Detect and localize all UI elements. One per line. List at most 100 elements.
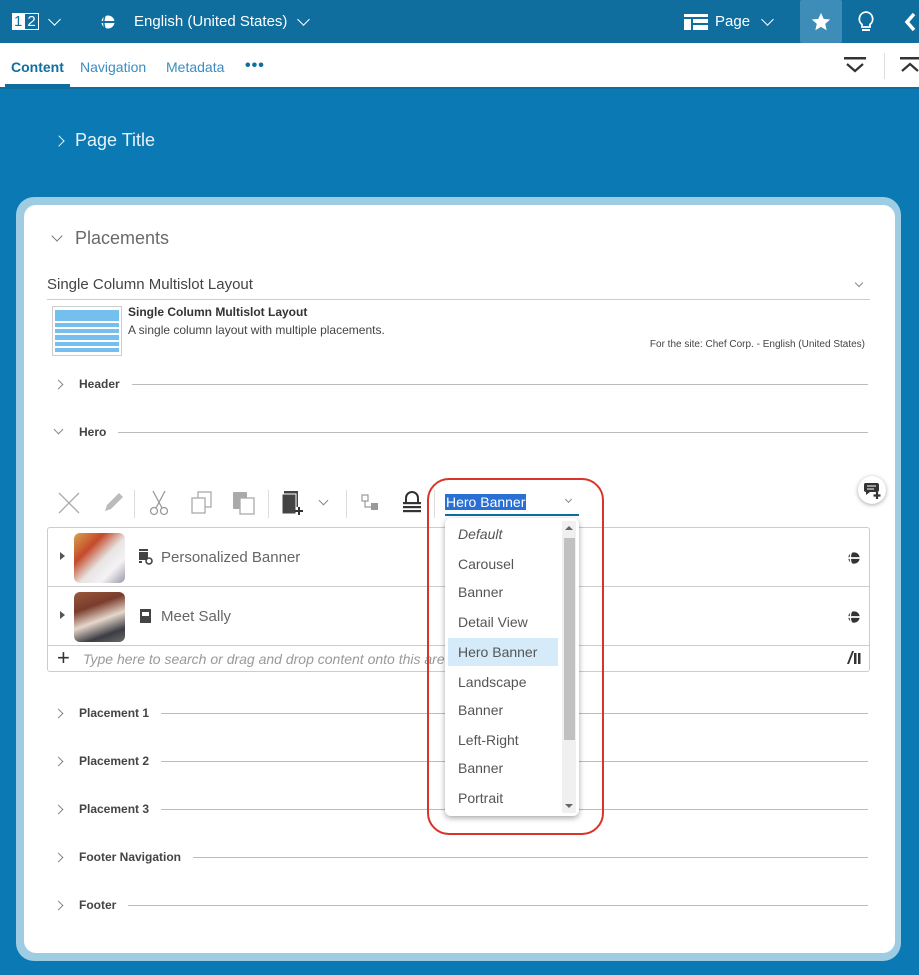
lock-icon: [403, 491, 421, 513]
tab-content[interactable]: Content: [11, 59, 64, 75]
divider: [434, 490, 435, 518]
chevron-down-icon: [53, 424, 64, 435]
view-type-select[interactable]: Hero Banner: [445, 493, 579, 516]
library-button[interactable]: [847, 651, 861, 669]
layout-select[interactable]: Single Column Multislot Layout: [47, 276, 870, 300]
remove-button[interactable]: [55, 488, 83, 518]
cut-icon: [149, 490, 169, 516]
add-icon[interactable]: +: [57, 647, 70, 669]
thumbnail-image: [74, 592, 125, 642]
expand-triangle-icon[interactable]: [60, 552, 65, 560]
section-footer-navigation[interactable]: Footer Navigation: [53, 849, 868, 865]
layout-thumbnail: [52, 306, 122, 356]
collapse-all-button[interactable]: [844, 56, 866, 76]
create-content-dropdown-button[interactable]: [309, 488, 337, 518]
copy-icon: [191, 491, 212, 514]
lightbulb-icon: [858, 10, 874, 31]
dropdown-scrollbar[interactable]: [562, 521, 576, 813]
chevron-down-icon: [318, 495, 328, 506]
cut-button[interactable]: [145, 488, 173, 518]
chevron-right-icon: [53, 379, 64, 389]
chevron-down-icon: [564, 495, 573, 504]
placements-section-header[interactable]: Placements: [51, 228, 170, 249]
section-header[interactable]: Header: [53, 376, 868, 392]
dropdown-option[interactable]: Default: [448, 520, 558, 548]
hierarchy-icon: [361, 494, 378, 510]
version-dropdown-button[interactable]: [48, 0, 61, 43]
favorite-button[interactable]: [800, 0, 842, 43]
divider: [118, 431, 868, 433]
remove-icon: [58, 492, 80, 514]
divider: [346, 490, 347, 518]
dropdown-option[interactable]: Landscape: [448, 668, 558, 696]
dropdown-option[interactable]: Portrait: [448, 784, 558, 812]
dropdown-option[interactable]: Banner: [448, 754, 558, 782]
layout-name: Single Column Multislot Layout: [128, 305, 308, 319]
version-compare-icon: 12: [12, 13, 39, 30]
dropdown-option[interactable]: Carousel: [448, 550, 558, 578]
library-icon: [847, 651, 861, 664]
add-comment-icon: [863, 483, 881, 499]
expand-all-button[interactable]: [900, 56, 919, 76]
globe-icon: [847, 551, 861, 570]
chevron-down-icon: [761, 12, 774, 26]
content-search-input[interactable]: [83, 649, 453, 669]
divider: [134, 490, 135, 518]
page-layout-icon: [684, 0, 708, 43]
hierarchy-button[interactable]: [356, 488, 384, 518]
section-footer[interactable]: Footer: [53, 897, 868, 913]
active-tab-indicator: [5, 84, 70, 88]
article-icon: [140, 609, 151, 623]
star-icon: [811, 12, 831, 30]
divider: [193, 856, 868, 858]
chevron-right-icon: [53, 708, 64, 718]
view-mode-dropdown-button[interactable]: [761, 0, 774, 43]
chevron-down-icon: [48, 12, 61, 26]
divider: [131, 383, 868, 385]
chevron-right-icon: [53, 900, 64, 910]
section-hero[interactable]: Hero: [53, 424, 868, 440]
divider: [268, 490, 269, 518]
chevron-down-icon: [854, 278, 864, 288]
chevron-right-icon: [53, 804, 64, 814]
chevron-left-icon: [904, 12, 915, 31]
expand-triangle-icon[interactable]: [60, 611, 65, 619]
collapse-all-icon: [844, 57, 866, 73]
scroll-up-icon[interactable]: [565, 526, 573, 530]
edit-button[interactable]: [99, 488, 127, 518]
chevron-down-icon: [51, 230, 63, 242]
more-tabs-button[interactable]: •••: [245, 57, 265, 75]
chevron-right-icon: [53, 756, 64, 766]
scroll-down-icon[interactable]: [565, 804, 573, 808]
idea-button[interactable]: [852, 0, 880, 43]
copy-button[interactable]: [188, 488, 216, 518]
dropdown-option[interactable]: Banner: [448, 578, 558, 606]
placements-label: Placements: [75, 228, 170, 248]
globe-icon: [847, 610, 861, 629]
lock-button[interactable]: [398, 488, 426, 518]
page-title-section[interactable]: Page Title: [53, 130, 155, 151]
dropdown-option[interactable]: Banner: [448, 696, 558, 724]
globe-icon: [100, 0, 116, 43]
version-compare-button[interactable]: 12: [12, 0, 39, 43]
language-dropdown-button[interactable]: [297, 0, 310, 43]
language-selector[interactable]: English (United States): [134, 0, 287, 43]
create-content-button[interactable]: [279, 488, 307, 518]
tab-navigation[interactable]: Navigation: [80, 59, 146, 75]
content-name: Personalized Banner: [161, 549, 301, 566]
paste-button[interactable]: [230, 488, 258, 518]
layout-description: A single column layout with multiple pla…: [128, 323, 385, 337]
dropdown-option[interactable]: Left-Right: [448, 726, 558, 754]
paste-icon: [233, 492, 255, 515]
scrollbar-thumb[interactable]: [564, 538, 575, 740]
collapse-panel-button[interactable]: [900, 0, 919, 43]
content-name: Meet Sally: [161, 608, 232, 625]
dropdown-option[interactable]: Detail View: [448, 608, 558, 636]
add-comment-button[interactable]: [858, 476, 886, 504]
view-mode-selector[interactable]: Page: [715, 0, 750, 43]
chevron-right-icon: [53, 852, 64, 862]
dropdown-option-selected[interactable]: Hero Banner: [448, 638, 558, 666]
tab-metadata[interactable]: Metadata: [166, 59, 224, 75]
create-content-icon: [281, 491, 303, 515]
expand-all-icon: [900, 57, 919, 72]
